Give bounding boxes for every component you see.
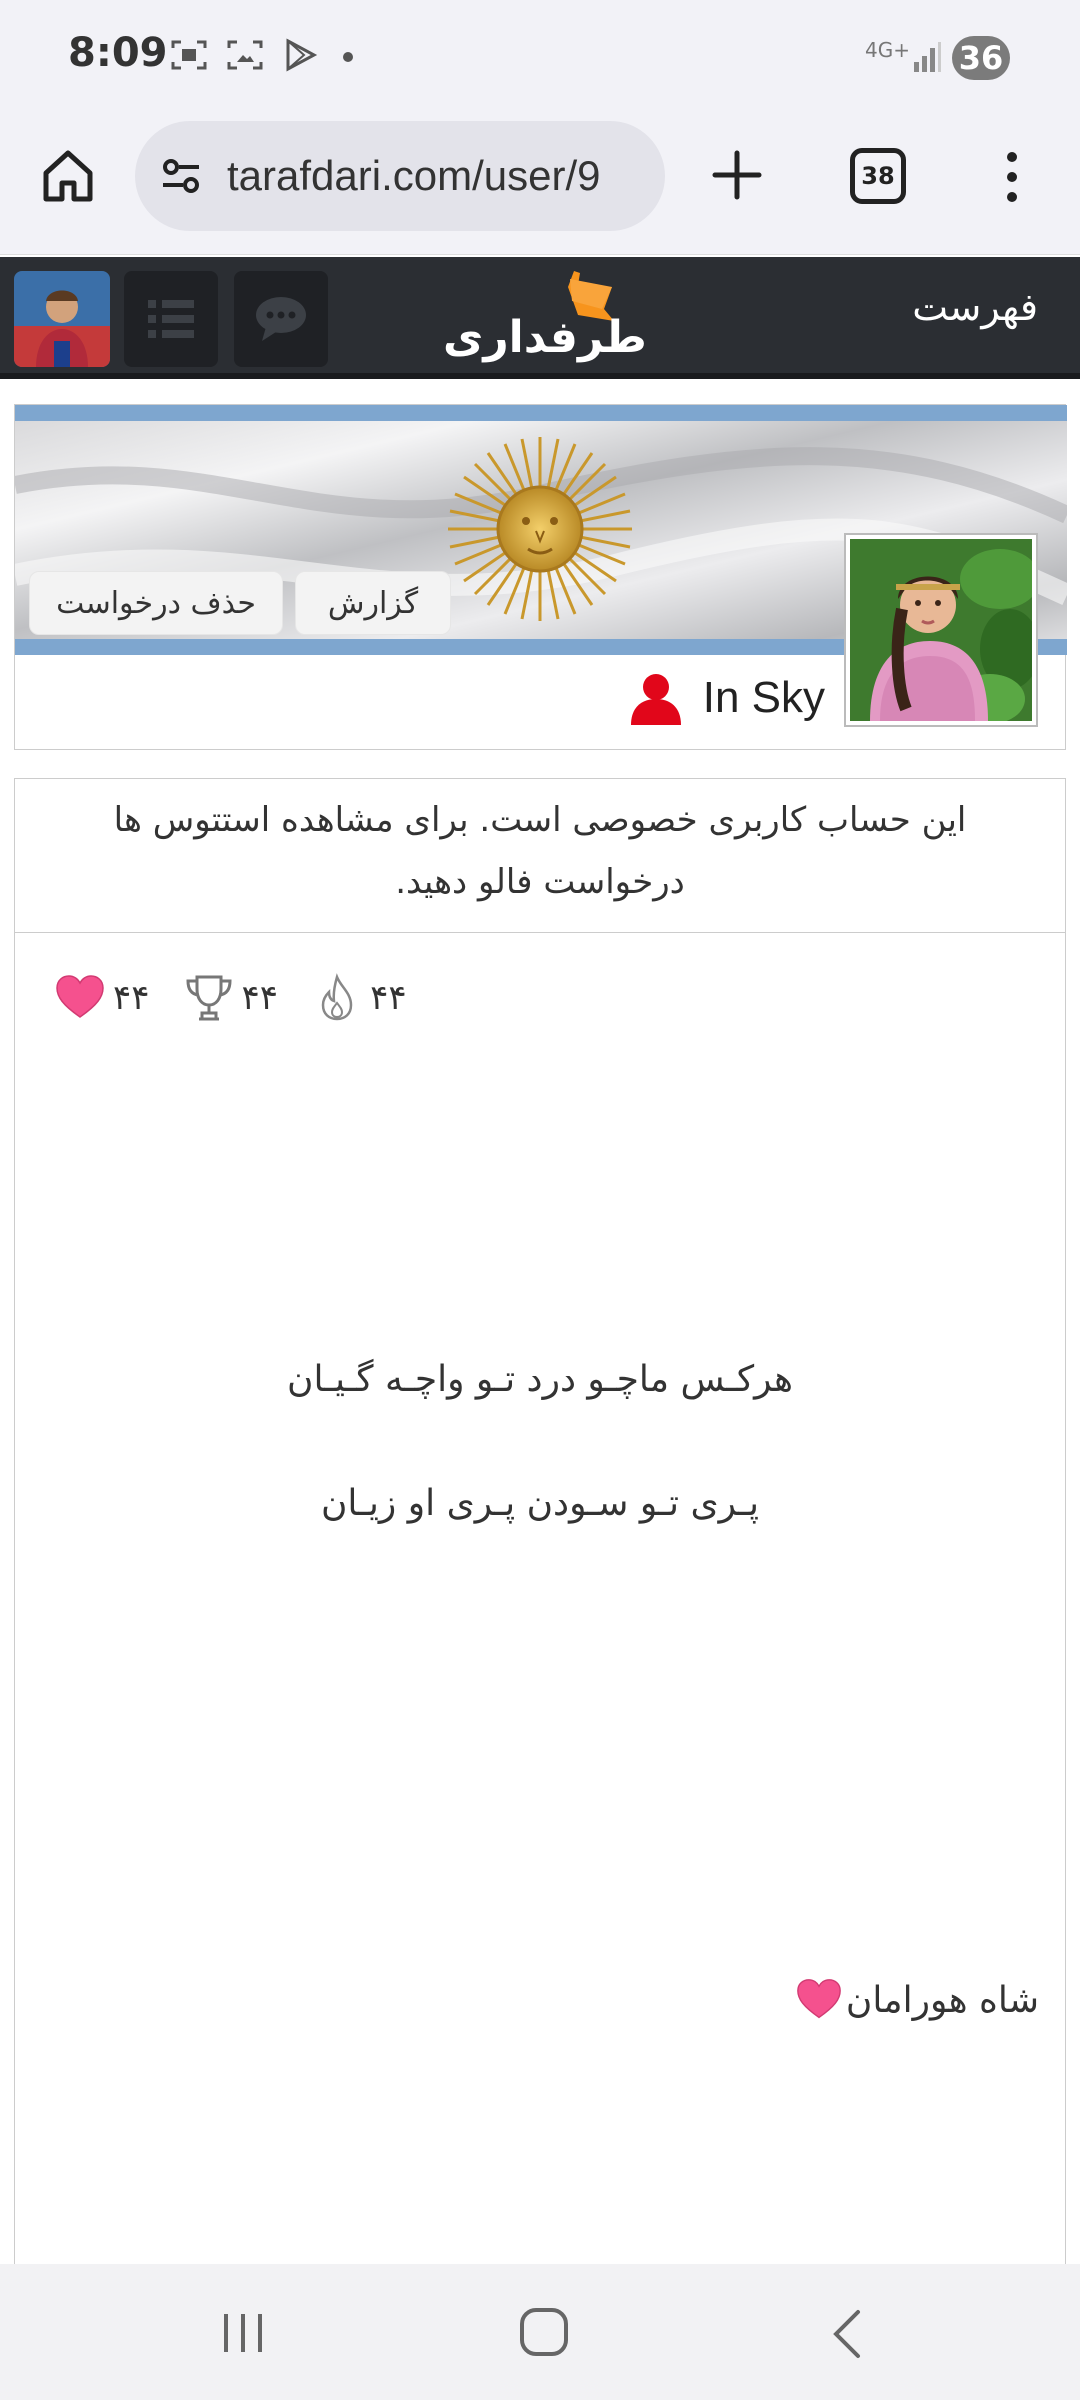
content-card: این حساب کاربری خصوصی است. برای مشاهده ا… (14, 778, 1066, 2268)
list-button[interactable] (124, 271, 218, 367)
bio-signature-text: شاه هورامان (845, 1979, 1039, 2021)
home-nav-icon[interactable] (516, 2304, 572, 2360)
back-icon[interactable] (826, 2306, 866, 2362)
stat-likes-value: ۴۴ (113, 978, 150, 1018)
profile-name-row: In Sky (627, 669, 825, 727)
cancel-request-button[interactable]: حذف درخواست (29, 571, 283, 635)
signal-icon (914, 42, 941, 72)
user-stats: ۴۴ ۴۴ ۴۴ (55, 973, 407, 1023)
profile-photo-image (850, 539, 1040, 724)
stat-trophies-value: ۴۴ (241, 978, 279, 1018)
report-button[interactable]: گزارش (295, 571, 451, 635)
chat-icon (256, 297, 306, 341)
site-header: طرفداری فهرست (0, 257, 1080, 379)
home-icon[interactable] (38, 145, 98, 205)
menu-button[interactable]: فهرست (912, 285, 1038, 329)
status-icons (170, 38, 358, 72)
system-nav-bar (0, 2264, 1080, 2400)
heart-icon (797, 1979, 841, 2019)
user-icon (630, 674, 681, 725)
bio-line-1: هرکـس ماچـو درد تـو واچـه گـیـان (287, 1359, 793, 1400)
bio-line-2: پـری تـو سـودن پـری او زیـان (320, 1483, 760, 1524)
avatar[interactable] (14, 271, 110, 367)
status-bar: 8:09 4G+ 36 (0, 0, 1080, 115)
play-store-icon (286, 38, 318, 72)
recent-apps-icon[interactable] (218, 2308, 268, 2358)
new-tab-icon[interactable] (707, 145, 767, 205)
profile-name: In Sky (702, 673, 825, 722)
url-bar[interactable]: tarafdari.com/user/9 (135, 121, 665, 231)
stat-likes: ۴۴ (55, 973, 150, 1023)
chat-button[interactable] (234, 271, 328, 367)
heart-icon (56, 975, 104, 1018)
gallery-icon (227, 40, 263, 70)
site-settings-icon[interactable] (157, 151, 207, 201)
profile-card: حذف درخواست گزارش In Sky (14, 404, 1067, 750)
flame-icon (321, 973, 353, 1021)
trophy-icon (186, 975, 232, 1021)
stat-flames-value: ۴۴ (370, 978, 407, 1018)
network-type: 4G+ (865, 38, 910, 62)
stat-trophies: ۴۴ (184, 973, 279, 1023)
avatar-image (14, 271, 110, 367)
bio-signature: شاه هورامان (796, 1977, 1039, 2023)
stat-flames: ۴۴ (312, 973, 407, 1023)
more-menu-icon[interactable] (1000, 147, 1024, 207)
url-text[interactable]: tarafdari.com/user/9 (227, 152, 647, 200)
status-time: 8:09 (68, 30, 168, 76)
screenshot-icon (171, 40, 207, 70)
private-account-message: این حساب کاربری خصوصی است. برای مشاهده ا… (15, 779, 1065, 933)
site-logo-text[interactable]: طرفداری (443, 312, 647, 363)
tab-switcher-button[interactable]: 38 (850, 148, 906, 204)
profile-photo[interactable] (844, 533, 1040, 727)
list-icon (148, 300, 194, 338)
battery-indicator: 36 (952, 36, 1010, 80)
browser-toolbar: tarafdari.com/user/9 38 (0, 115, 1080, 255)
dot-icon (343, 52, 353, 62)
